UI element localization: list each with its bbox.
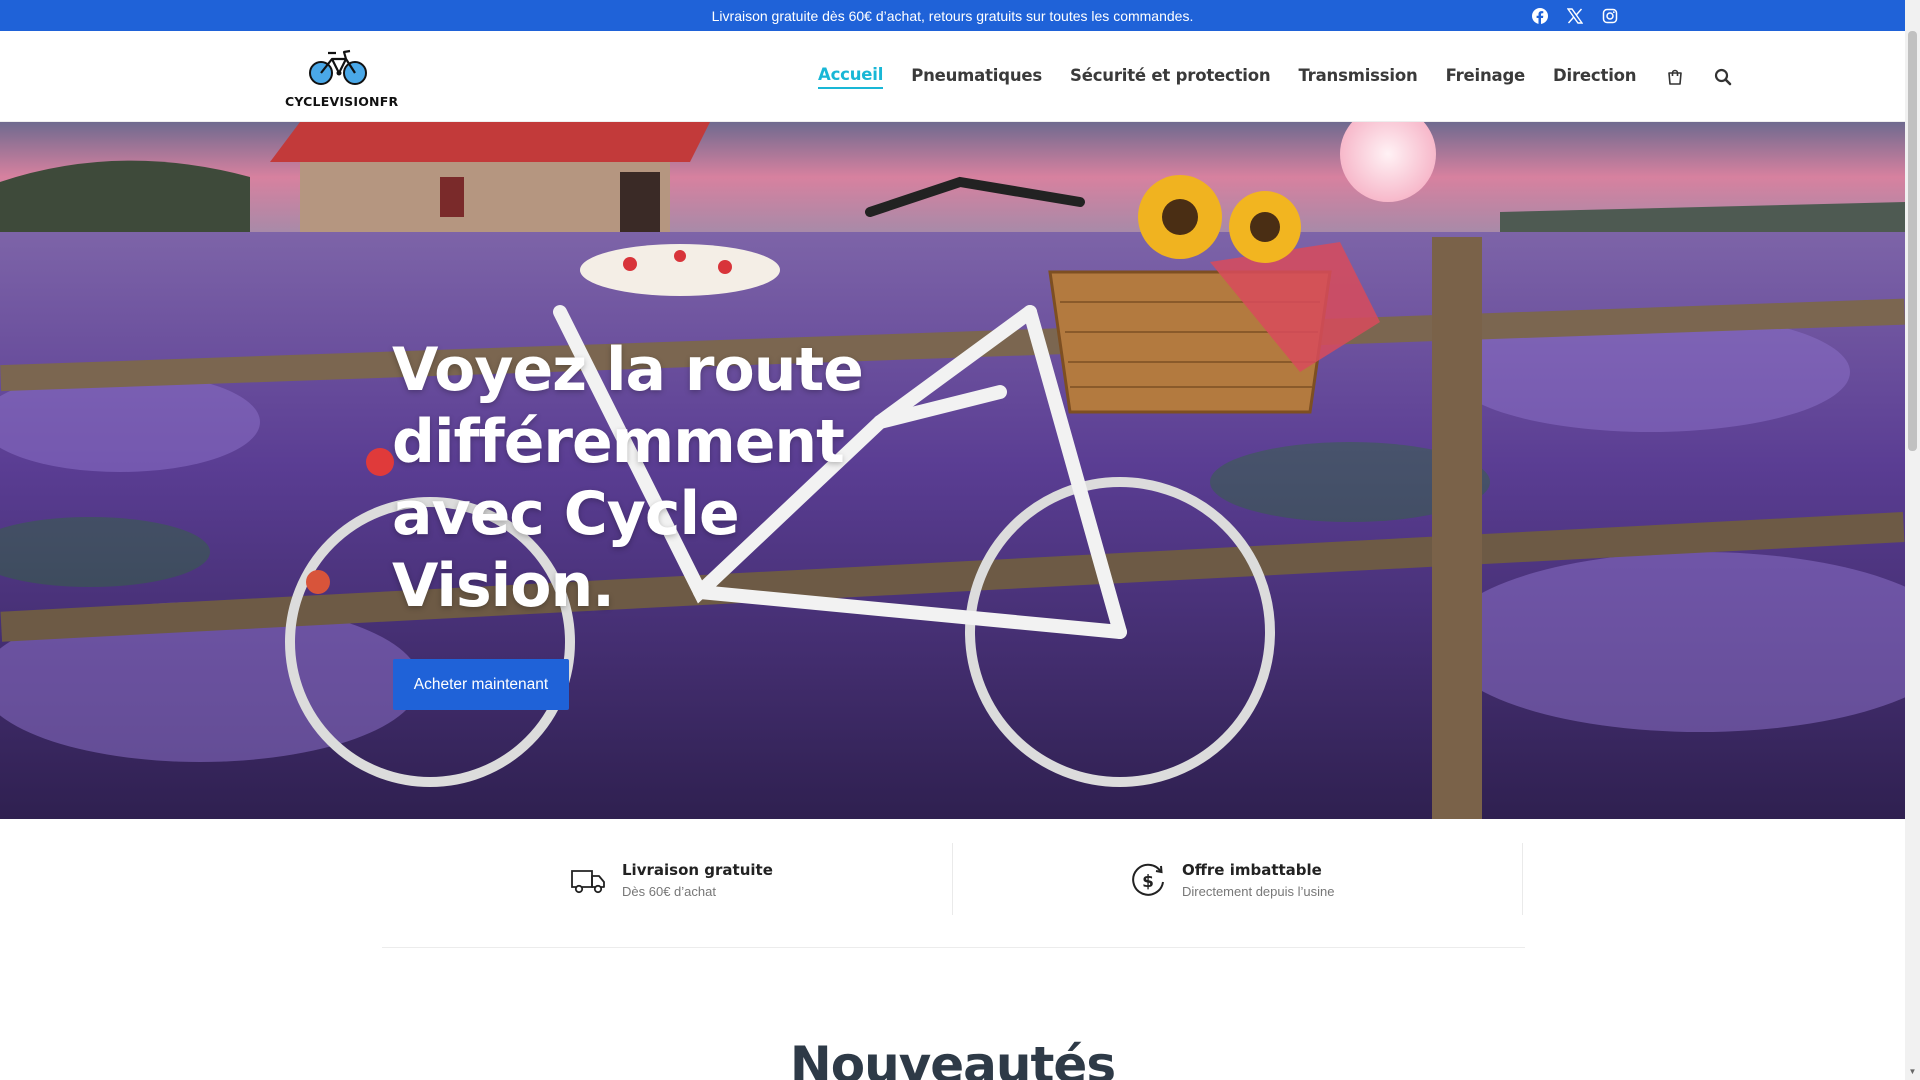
dollar-refresh-icon: $ <box>1128 860 1168 900</box>
svg-text:$: $ <box>1142 872 1154 892</box>
nav-item-freinage[interactable]: Freinage <box>1446 66 1526 88</box>
feature-subtitle: Directement depuis l’usine <box>1182 884 1335 899</box>
nav-item-direction[interactable]: Direction <box>1553 66 1636 88</box>
main-nav: Accueil Pneumatiques Sécurité et protect… <box>818 65 1760 89</box>
scrollbar-thumb[interactable] <box>1908 31 1917 451</box>
features-strip: Livraison gratuite Dès 60€ d’achat $ Off… <box>382 843 1525 948</box>
social-links <box>1530 6 1619 25</box>
feature-title: Livraison gratuite <box>622 861 773 879</box>
nav-item-accueil[interactable]: Accueil <box>818 65 883 89</box>
bicycle-logo-icon <box>308 49 367 85</box>
x-twitter-icon[interactable] <box>1565 6 1584 25</box>
instagram-icon[interactable] <box>1600 6 1619 25</box>
feature-free-delivery: Livraison gratuite Dès 60€ d’achat <box>568 843 773 917</box>
page-scrollbar[interactable]: ▼ <box>1905 0 1920 1080</box>
feature-title: Offre imbattable <box>1182 861 1322 879</box>
feature-divider <box>1522 843 1523 915</box>
site-header: CYCLEVISIONFR Accueil Pneumatiques Sécur… <box>0 31 1905 122</box>
nav-item-pneumatiques[interactable]: Pneumatiques <box>911 66 1042 88</box>
hero-title: Voyez la route différemment avec Cycle V… <box>392 335 864 621</box>
brand-logo[interactable]: CYCLEVISIONFR <box>285 47 399 109</box>
scroll-down-arrow-icon[interactable]: ▼ <box>1908 1067 1917 1076</box>
feature-text: Livraison gratuite Dès 60€ d’achat <box>622 861 773 899</box>
facebook-icon[interactable] <box>1530 6 1549 25</box>
shop-now-button[interactable]: Acheter maintenant <box>393 659 569 710</box>
nav-item-transmission[interactable]: Transmission <box>1298 66 1417 88</box>
feature-divider <box>952 843 953 915</box>
feature-subtitle: Dès 60€ d’achat <box>622 884 716 899</box>
nav-item-securite-et-protection[interactable]: Sécurité et protection <box>1070 66 1271 88</box>
section-title: Nouveautés <box>789 1036 1116 1080</box>
delivery-truck-icon <box>568 860 608 900</box>
cart-icon[interactable] <box>1664 66 1686 88</box>
hero-banner: Voyez la route différemment avec Cycle V… <box>0 122 1905 819</box>
hero-background-image <box>0 122 1905 819</box>
feature-text: Offre imbattable Directement depuis l’us… <box>1182 861 1334 899</box>
search-icon[interactable] <box>1712 66 1734 88</box>
brand-name: CYCLEVISIONFR <box>285 94 399 109</box>
announcement-text: Livraison gratuite dès 60€ d’achat, reto… <box>711 8 1194 24</box>
announcement-bar: Livraison gratuite dès 60€ d’achat, reto… <box>0 0 1905 31</box>
feature-unbeatable-offer: $ Offre imbattable Directement depuis l’… <box>1128 843 1334 917</box>
